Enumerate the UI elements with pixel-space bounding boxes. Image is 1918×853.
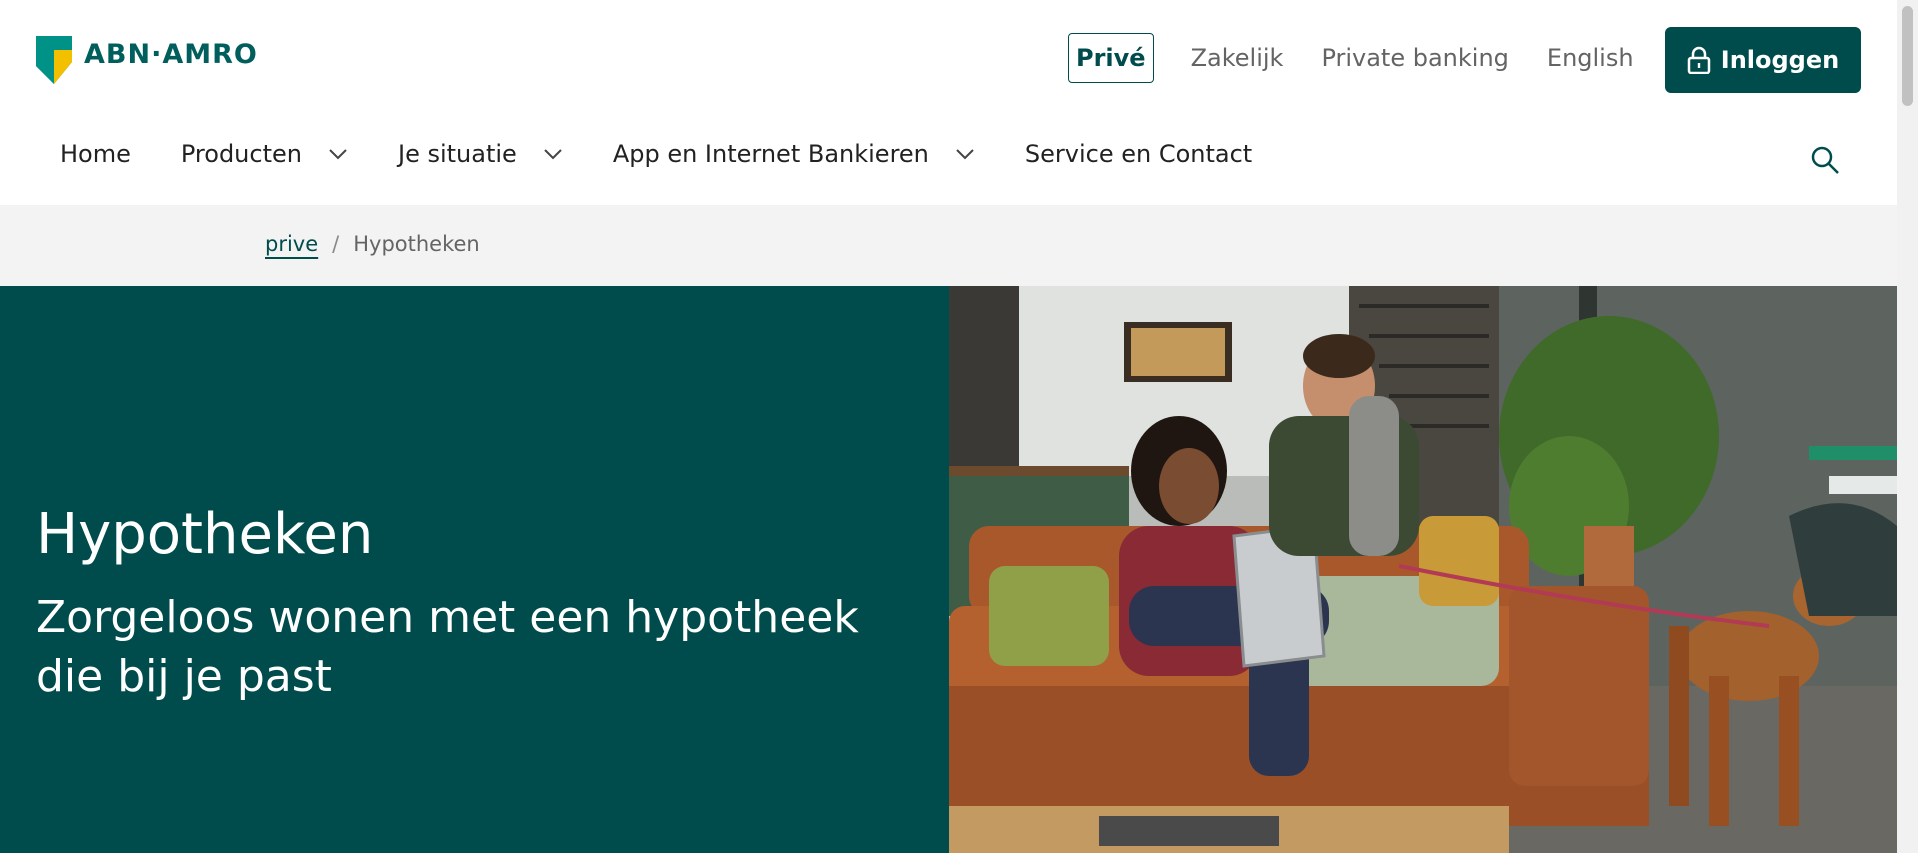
breadcrumb-link-prive[interactable]: prive <box>265 232 318 256</box>
hero-image <box>949 286 1897 853</box>
main-nav: Home Producten Je situatie App en Intern… <box>60 140 1302 168</box>
nav-producten[interactable]: Producten <box>181 140 348 168</box>
page-scrollbar[interactable] <box>1897 0 1918 853</box>
nav-app-label: App en Internet Bankieren <box>612 140 929 168</box>
nav-app-internet-bankieren[interactable]: App en Internet Bankieren <box>613 140 975 168</box>
chevron-down-icon <box>955 148 975 160</box>
hero-section: Hypotheken Zorgeloos wonen met een hypot… <box>0 286 1897 853</box>
nav-producten-label: Producten <box>180 140 302 168</box>
segment-nav: Privé Zakelijk Private banking English <box>1068 33 1672 83</box>
hero-subtitle: Zorgeloos wonen met een hypotheek die bi… <box>36 592 859 702</box>
nav-home-label: Home <box>60 140 131 168</box>
login-label: Inloggen <box>1720 46 1840 74</box>
nav-service-contact[interactable]: Service en Contact <box>1025 140 1252 168</box>
login-button[interactable]: Inloggen <box>1665 27 1861 93</box>
breadcrumb: prive / Hypotheken <box>0 205 1897 286</box>
lock-icon <box>1687 46 1711 74</box>
segment-zakelijk[interactable]: Zakelijk <box>1191 34 1284 82</box>
language-english[interactable]: English <box>1547 34 1634 82</box>
search-button[interactable] <box>1810 145 1840 175</box>
chevron-down-icon <box>543 148 563 160</box>
search-icon <box>1811 146 1839 174</box>
chevron-down-icon <box>328 148 348 160</box>
page-title: Hypotheken <box>36 502 374 567</box>
nav-je-situatie-label: Je situatie <box>397 140 517 168</box>
page: ABN·AMRO Privé Zakelijk Private banking … <box>0 0 1897 853</box>
nav-service-label: Service en Contact <box>1024 140 1253 168</box>
segment-private-banking[interactable]: Private banking <box>1321 34 1508 82</box>
logo-wordmark: ABN·AMRO <box>84 38 258 70</box>
hero-text-panel: Hypotheken Zorgeloos wonen met een hypot… <box>0 286 949 853</box>
nav-home[interactable]: Home <box>60 140 131 168</box>
segment-prive[interactable]: Privé <box>1068 33 1154 83</box>
scrollbar-thumb[interactable] <box>1902 6 1913 106</box>
abn-amro-logo[interactable]: ABN·AMRO <box>36 36 258 84</box>
shield-logo-icon <box>36 36 72 84</box>
nav-je-situatie[interactable]: Je situatie <box>398 140 563 168</box>
breadcrumb-current: Hypotheken <box>353 232 480 256</box>
breadcrumb-separator: / <box>332 232 340 256</box>
